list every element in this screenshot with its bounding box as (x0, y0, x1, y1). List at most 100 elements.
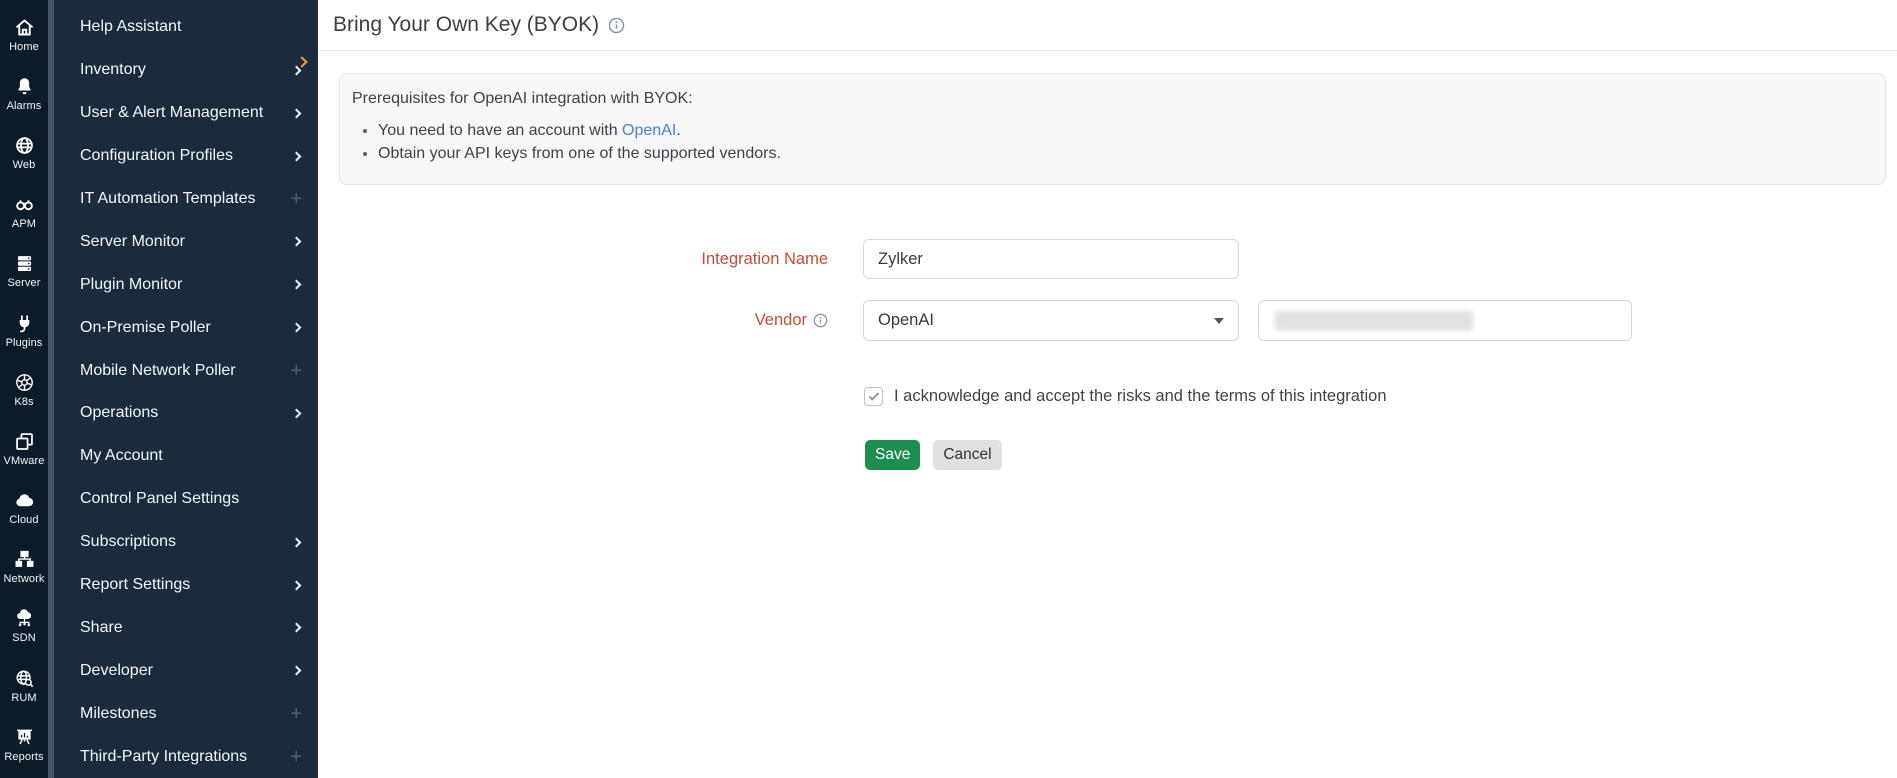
server-icon (14, 253, 35, 274)
rail-item-cloud[interactable]: Cloud (0, 479, 48, 538)
save-button[interactable]: Save (865, 440, 920, 470)
rail-item-reports[interactable]: Reports (0, 715, 48, 774)
rail-item-server[interactable]: Server (0, 242, 48, 301)
rail-label: VMware (4, 455, 45, 467)
integration-name-row: Integration Name (318, 239, 1897, 279)
chevron-right-icon (292, 537, 302, 547)
layered-squares-icon (14, 431, 35, 452)
report-board-icon (14, 727, 35, 748)
prerequisites-panel: Prerequisites for OpenAI integration wit… (339, 73, 1886, 185)
api-key-input[interactable] (1258, 300, 1632, 341)
vendor-row: Vendor OpenAI (318, 300, 1897, 341)
app: Home Alarms Web APM Server Plugins K8s (0, 0, 1897, 778)
sidebar: Help Assistant+ Inventory+ User & Alert … (54, 0, 318, 778)
rail-label: Cloud (9, 514, 38, 526)
sidebar-expand-toggle[interactable] (297, 56, 311, 70)
sidebar-item-inventory[interactable]: Inventory+ (54, 49, 318, 92)
rail-label: Server (8, 277, 41, 289)
sidebar-item-report-settings[interactable]: Report Settings+ (54, 564, 318, 607)
cancel-button[interactable]: Cancel (933, 440, 1001, 470)
sidebar-item-third-party-integrations[interactable]: Third-Party Integrations+ (54, 735, 318, 778)
rail-item-vmware[interactable]: VMware (0, 419, 48, 478)
rail-item-rum[interactable]: RUM (0, 656, 48, 715)
binoculars-icon (14, 194, 35, 215)
sidebar-item-mobile-network-poller[interactable]: Mobile Network Poller+ (54, 349, 318, 392)
sidebar-item-on-premise-poller[interactable]: On-Premise Poller+ (54, 306, 318, 349)
chevron-right-icon (292, 580, 302, 590)
openai-link[interactable]: OpenAI (622, 122, 676, 139)
rail-item-network[interactable]: Network (0, 538, 48, 597)
rail-item-alarms[interactable]: Alarms (0, 64, 48, 123)
sidebar-item-control-panel-settings[interactable]: Control Panel Settings+ (54, 478, 318, 521)
plus-icon: + (290, 704, 302, 724)
chevron-right-icon (292, 237, 302, 247)
chevron-right-icon (292, 409, 302, 419)
rail-label: Reports (4, 751, 43, 763)
acknowledgement-label[interactable]: I acknowledge and accept the risks and t… (894, 387, 1387, 406)
sidebar-item-subscriptions[interactable]: Subscriptions+ (54, 521, 318, 564)
acknowledgement-checkbox[interactable] (864, 387, 883, 406)
icon-rail: Home Alarms Web APM Server Plugins K8s (0, 0, 48, 778)
rail-label: Network (3, 573, 44, 585)
plus-icon: + (290, 189, 302, 209)
globe-magnifier-icon (14, 668, 35, 689)
plus-icon: + (290, 747, 302, 767)
page-title: Bring Your Own Key (BYOK) (333, 13, 599, 37)
rail-label: SDN (12, 632, 36, 644)
vendor-dropdown-value: OpenAI (878, 311, 934, 330)
rail-label: Home (9, 41, 39, 53)
vendor-dropdown[interactable]: OpenAI (863, 300, 1239, 341)
integration-name-label: Integration Name (318, 250, 828, 269)
globe-icon (14, 135, 35, 156)
prerequisite-item: Obtain your API keys from one of the sup… (378, 145, 1871, 163)
form-actions: Save Cancel (865, 440, 1897, 470)
sidebar-item-help-assistant[interactable]: Help Assistant+ (54, 6, 318, 49)
integration-name-input[interactable] (863, 239, 1239, 279)
chevron-right-icon (292, 623, 302, 633)
info-icon[interactable] (608, 17, 625, 34)
sidebar-item-developer[interactable]: Developer+ (54, 649, 318, 692)
plug-icon (14, 313, 35, 334)
chevron-right-icon (292, 323, 302, 333)
rail-item-home[interactable]: Home (0, 5, 48, 64)
chevron-right-icon (296, 56, 307, 67)
sidebar-item-plugin-monitor[interactable]: Plugin Monitor+ (54, 263, 318, 306)
main-content: Bring Your Own Key (BYOK) Prerequisites … (318, 0, 1897, 778)
home-icon (14, 17, 35, 38)
rail-item-k8s[interactable]: K8s (0, 360, 48, 419)
chevron-right-icon (292, 666, 302, 676)
sidebar-item-server-monitor[interactable]: Server Monitor+ (54, 220, 318, 263)
rail-item-apm[interactable]: APM (0, 183, 48, 242)
rail-item-plugins[interactable]: Plugins (0, 301, 48, 360)
plus-icon: + (290, 361, 302, 381)
rail-label: RUM (11, 692, 36, 704)
caret-down-icon (1214, 318, 1224, 324)
redacted-api-key-value (1275, 311, 1473, 331)
rail-item-web[interactable]: Web (0, 123, 48, 182)
rail-label: K8s (14, 396, 33, 408)
sidebar-item-operations[interactable]: Operations+ (54, 392, 318, 435)
chevron-right-icon (292, 280, 302, 290)
prerequisites-list: You need to have an account with OpenAI.… (352, 122, 1871, 163)
vendor-label: Vendor (318, 311, 828, 330)
sidebar-item-configuration-profiles[interactable]: Configuration Profiles+ (54, 135, 318, 178)
rail-label: Web (13, 159, 36, 171)
sidebar-item-milestones[interactable]: Milestones+ (54, 692, 318, 735)
sdn-cloud-icon (14, 608, 35, 629)
kubernetes-icon (14, 372, 35, 393)
checkmark-icon (868, 390, 879, 401)
prerequisite-item: You need to have an account with OpenAI. (378, 122, 1871, 140)
sidebar-item-share[interactable]: Share+ (54, 606, 318, 649)
byok-form: Integration Name Vendor OpenAI (318, 239, 1897, 470)
info-icon[interactable] (813, 313, 828, 328)
acknowledgement-row: I acknowledge and accept the risks and t… (864, 387, 1897, 406)
prerequisites-heading: Prerequisites for OpenAI integration wit… (352, 90, 1871, 108)
rail-label: Plugins (6, 337, 43, 349)
chevron-right-icon (292, 108, 302, 118)
sidebar-item-it-automation-templates[interactable]: IT Automation Templates+ (54, 178, 318, 221)
page-header: Bring Your Own Key (BYOK) (318, 0, 1897, 51)
rail-item-sdn[interactable]: SDN (0, 597, 48, 656)
sidebar-item-my-account[interactable]: My Account+ (54, 435, 318, 478)
rail-label: Alarms (7, 100, 42, 112)
sidebar-item-user-alert-management[interactable]: User & Alert Management+ (54, 92, 318, 135)
